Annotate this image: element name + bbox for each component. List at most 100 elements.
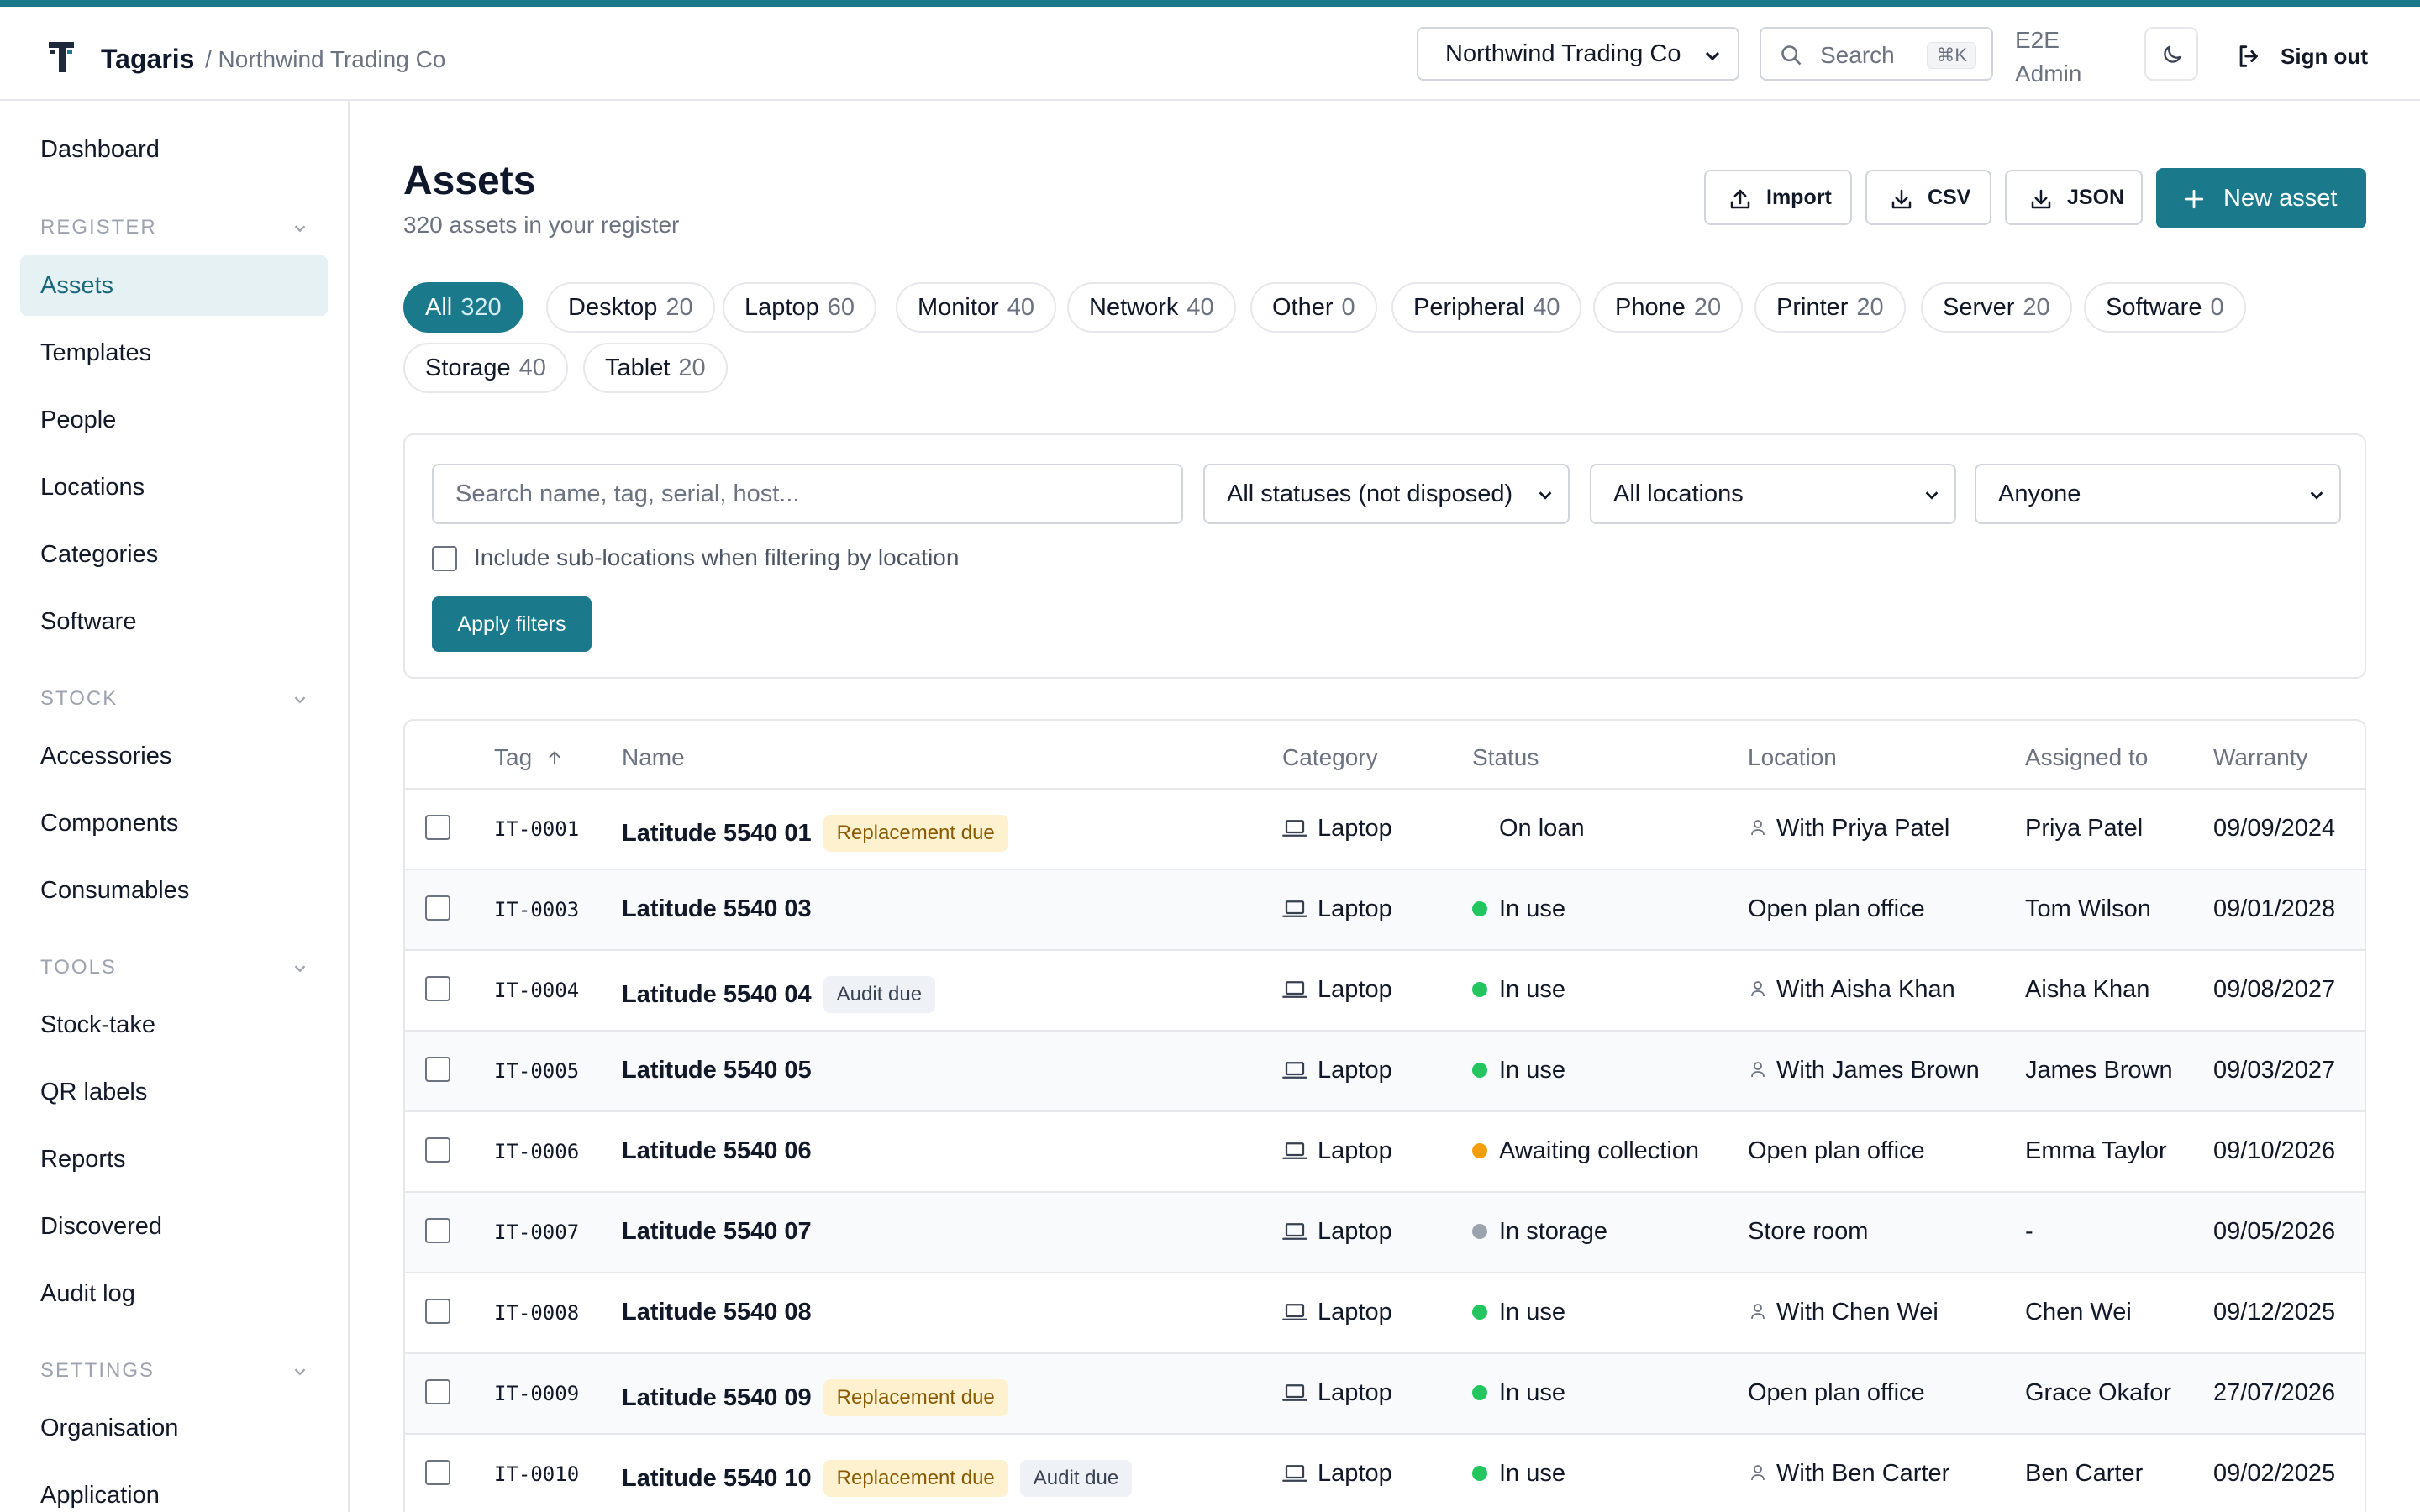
column-header-assigned-to[interactable]: Assigned to <box>2025 744 2148 771</box>
category-chip-network[interactable]: Network 40 <box>1067 282 1236 333</box>
nav-templates[interactable]: Templates <box>20 323 328 383</box>
table-row[interactable]: IT-0008 Latitude 5540 08 Laptop In use With … <box>405 1272 2365 1352</box>
row-select-checkbox[interactable] <box>425 1299 450 1324</box>
table-row[interactable]: IT-0004 Latitude 5540 04 Audit due Laptop In… <box>405 949 2365 1030</box>
category-chip-tablet[interactable]: Tablet 20 <box>583 343 728 393</box>
warranty-cell: 09/03/2027 <box>2213 1057 2336 1084</box>
nav-locations[interactable]: Locations <box>20 457 328 517</box>
nav-section-settings[interactable]: SETTINGS <box>40 1359 309 1383</box>
nav-organisation[interactable]: Organisation <box>20 1398 328 1458</box>
asset-name-link[interactable]: Latitude 5540 09 <box>622 1384 812 1411</box>
location-cell: With James Brown <box>1748 1057 1980 1084</box>
json-export-button[interactable]: JSON <box>2005 170 2143 225</box>
nav-software[interactable]: Software <box>20 591 328 652</box>
category-chip-storage[interactable]: Storage 40 <box>403 343 568 393</box>
asset-tag[interactable]: IT-0001 <box>494 817 579 841</box>
column-header-location[interactable]: Location <box>1748 744 1837 771</box>
org-select[interactable]: Northwind Trading Co <box>1417 27 1739 81</box>
import-button[interactable]: Import <box>1704 170 1852 225</box>
csv-export-button[interactable]: CSV <box>1865 170 1991 225</box>
location-filter-select[interactable]: All locations <box>1590 464 1956 524</box>
asset-tag[interactable]: IT-0003 <box>494 898 579 921</box>
chip-label: Desktop <box>568 294 658 321</box>
row-select-checkbox[interactable] <box>425 1460 450 1485</box>
nav-assets[interactable]: Assets <box>20 255 328 316</box>
asset-tag[interactable]: IT-0005 <box>494 1059 579 1083</box>
table-row[interactable]: IT-0007 Latitude 5540 07 Laptop In storage S… <box>405 1191 2365 1272</box>
category-chip-printer[interactable]: Printer 20 <box>1754 282 1906 333</box>
global-search-button[interactable]: Search ⌘K <box>1760 27 1993 81</box>
search-input[interactable]: Search name, tag, serial, host... <box>432 464 1183 524</box>
row-select-checkbox[interactable] <box>425 1218 450 1243</box>
asset-name-link[interactable]: Latitude 5540 08 <box>622 1299 812 1326</box>
apply-filters-button[interactable]: Apply filters <box>432 596 592 652</box>
table-row[interactable]: IT-0006 Latitude 5540 06 Laptop Awaiting co… <box>405 1110 2365 1191</box>
asset-tag[interactable]: IT-0009 <box>494 1382 579 1405</box>
category-chip-other[interactable]: Other 0 <box>1250 282 1377 333</box>
column-header-tag[interactable]: Tag <box>494 744 564 771</box>
column-header-name[interactable]: Name <box>622 744 685 771</box>
sub-locations-checkbox[interactable] <box>432 546 457 571</box>
nav-dashboard[interactable]: Dashboard <box>20 119 328 180</box>
top-header: Tagaris / Northwind Trading Co Northwind… <box>0 7 2420 101</box>
nav-section-stock[interactable]: STOCK <box>40 687 309 711</box>
theme-toggle-button[interactable] <box>2144 27 2198 81</box>
asset-name-link[interactable]: Latitude 5540 01 <box>622 820 812 847</box>
chevron-down-icon <box>2310 491 2323 500</box>
nav-components[interactable]: Components <box>20 793 328 853</box>
category-chip-software[interactable]: Software 0 <box>2084 282 2246 333</box>
row-select-checkbox[interactable] <box>425 895 450 921</box>
new-asset-button[interactable]: New asset <box>2156 168 2366 228</box>
table-row[interactable]: IT-0009 Latitude 5540 09 Replacement due La… <box>405 1352 2365 1433</box>
column-header-status[interactable]: Status <box>1472 744 1539 771</box>
nav-accessories[interactable]: Accessories <box>20 726 328 786</box>
row-select-checkbox[interactable] <box>425 1137 450 1163</box>
table-row[interactable]: IT-0010 Latitude 5540 10 Replacement due Au… <box>405 1433 2365 1512</box>
chevron-down-icon <box>294 1368 306 1376</box>
nav-application[interactable]: Application <box>20 1465 328 1512</box>
asset-tag[interactable]: IT-0010 <box>494 1462 579 1486</box>
nav-section-tools[interactable]: TOOLS <box>40 956 309 979</box>
nav-stock-take[interactable]: Stock-take <box>20 995 328 1055</box>
nav-people[interactable]: People <box>20 390 328 450</box>
nav-categories[interactable]: Categories <box>20 524 328 585</box>
column-header-category[interactable]: Category <box>1282 744 1378 771</box>
asset-tag[interactable]: IT-0006 <box>494 1140 579 1163</box>
location-cell: Store room <box>1748 1218 1868 1246</box>
asset-name-link[interactable]: Latitude 5540 06 <box>622 1137 812 1164</box>
category-chip-desktop[interactable]: Desktop 20 <box>546 282 715 333</box>
asset-name-link[interactable]: Latitude 5540 03 <box>622 895 812 922</box>
table-row[interactable]: IT-0001 Latitude 5540 01 Replacement due La… <box>405 788 2365 869</box>
nav-reports[interactable]: Reports <box>20 1129 328 1189</box>
nav-discovered[interactable]: Discovered <box>20 1196 328 1257</box>
asset-tag[interactable]: IT-0007 <box>494 1221 579 1244</box>
asset-tag[interactable]: IT-0004 <box>494 979 579 1002</box>
nav-section-register[interactable]: REGISTER <box>40 216 309 239</box>
asset-name-link[interactable]: Latitude 5540 04 <box>622 981 812 1008</box>
category-chip-all[interactable]: All 320 <box>403 282 523 333</box>
row-select-checkbox[interactable] <box>425 1057 450 1082</box>
nav-audit-log[interactable]: Audit log <box>20 1263 328 1324</box>
asset-tag[interactable]: IT-0008 <box>494 1301 579 1325</box>
row-select-checkbox[interactable] <box>425 815 450 840</box>
row-select-checkbox[interactable] <box>425 1379 450 1404</box>
assignee-filter-select[interactable]: Anyone <box>1975 464 2341 524</box>
asset-name-link[interactable]: Latitude 5540 07 <box>622 1218 812 1245</box>
nav-consumables[interactable]: Consumables <box>20 860 328 921</box>
category-chip-peripheral[interactable]: Peripheral 40 <box>1392 282 1582 333</box>
asset-name-link[interactable]: Latitude 5540 10 <box>622 1465 812 1492</box>
category-chip-monitor[interactable]: Monitor 40 <box>896 282 1056 333</box>
table-row[interactable]: IT-0003 Latitude 5540 03 Laptop In use Open … <box>405 869 2365 949</box>
column-header-warranty[interactable]: Warranty <box>2213 744 2308 771</box>
nav-qr-labels[interactable]: QR labels <box>20 1062 328 1122</box>
asset-name-link[interactable]: Latitude 5540 05 <box>622 1057 812 1084</box>
location-label: With Ben Carter <box>1776 1460 1950 1487</box>
sign-out-button[interactable]: Sign out <box>2235 44 2368 70</box>
brand-name[interactable]: Tagaris <box>101 44 194 75</box>
category-chip-phone[interactable]: Phone 20 <box>1593 282 1744 333</box>
row-select-checkbox[interactable] <box>425 976 450 1001</box>
category-chip-laptop[interactable]: Laptop 60 <box>723 282 876 333</box>
table-row[interactable]: IT-0005 Latitude 5540 05 Laptop In use With … <box>405 1030 2365 1110</box>
status-filter-select[interactable]: All statuses (not disposed) <box>1203 464 1570 524</box>
category-chip-server[interactable]: Server 20 <box>1921 282 2072 333</box>
